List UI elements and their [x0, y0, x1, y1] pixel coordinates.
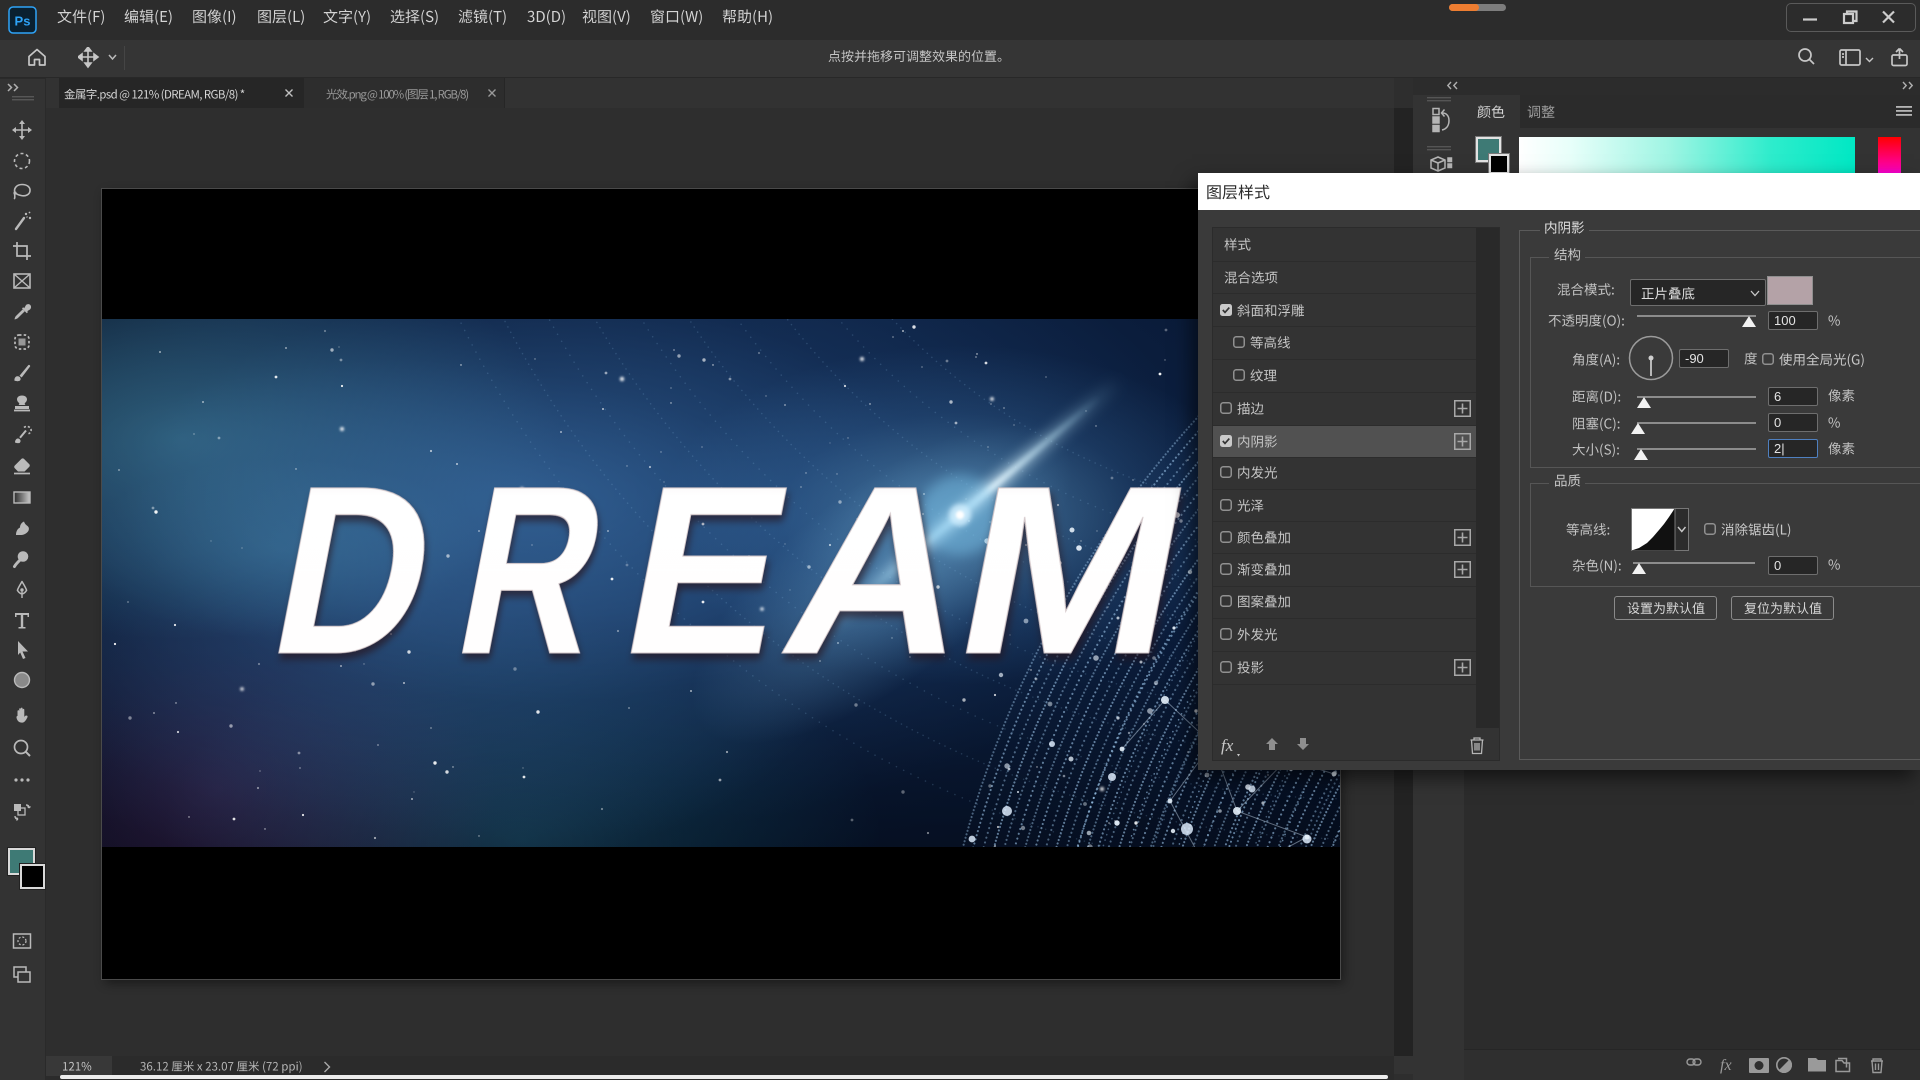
svg-text:Ps: Ps: [15, 14, 31, 29]
svg-text:fx: fx: [1720, 1057, 1732, 1074]
svg-text:fx: fx: [1221, 736, 1234, 755]
